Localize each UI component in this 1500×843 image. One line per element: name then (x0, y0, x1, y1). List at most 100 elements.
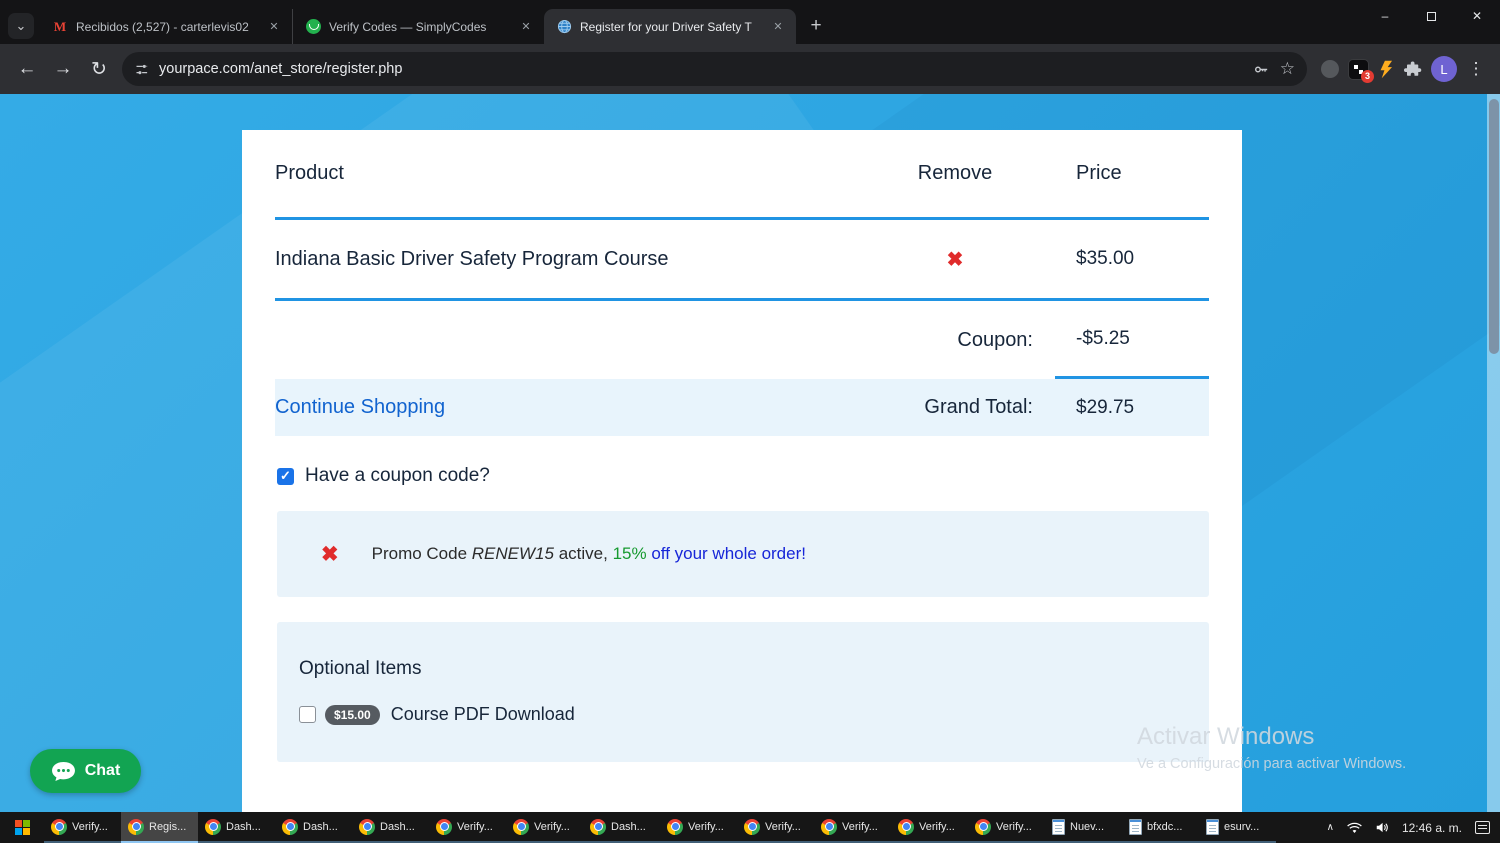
remove-promo-icon[interactable]: ✖ (321, 542, 339, 567)
notepad-icon (1052, 818, 1065, 835)
network-wifi-icon[interactable] (1347, 822, 1362, 834)
taskbar-app-button[interactable]: Verify... (429, 812, 506, 843)
tab-close-icon[interactable]: ✕ (770, 19, 786, 35)
start-button[interactable] (0, 812, 44, 843)
taskbar-app-button[interactable]: esurv... (1199, 812, 1276, 843)
chrome-icon (975, 818, 991, 835)
system-tray: ∧ 12:46 a. m. (1327, 812, 1500, 843)
cart-item-row: Indiana Basic Driver Safety Program Cour… (275, 220, 1209, 301)
page-scrollbar[interactable] (1487, 94, 1500, 812)
taskbar-app-button[interactable]: Verify... (44, 812, 121, 843)
tab-register-active[interactable]: Register for your Driver Safety T ✕ (544, 9, 796, 44)
notepad-icon (1129, 818, 1142, 835)
maximize-button[interactable] (1408, 0, 1454, 32)
minimize-button[interactable]: – (1362, 0, 1408, 32)
new-tab-button[interactable]: + (802, 12, 830, 40)
extension-badge-count: 3 (1361, 69, 1374, 83)
tab-close-icon[interactable]: ✕ (518, 19, 534, 35)
address-bar[interactable]: yourpace.com/anet_store/register.php ☆ (122, 52, 1307, 86)
tab-gmail[interactable]: M Recibidos (2,527) - carterlevis02 ✕ (40, 9, 292, 44)
continue-shopping-link[interactable]: Continue Shopping (275, 396, 445, 418)
taskbar-app-button[interactable]: bfxdc... (1122, 812, 1199, 843)
col-header-price: Price (1076, 162, 1122, 184)
optional-items-box: Optional Items $15.00 Course PDF Downloa… (277, 622, 1209, 762)
toolbar-right-icons: 3 L ⋮ (1317, 56, 1490, 83)
speaker-icon[interactable] (1375, 821, 1389, 834)
taskbar-apps: Verify... Regis... Dash... Dash... Dash.… (44, 812, 1276, 843)
windows-logo-icon (14, 820, 30, 835)
coupon-checkbox-row: ✓ Have a coupon code? (277, 465, 1209, 487)
remove-item-icon[interactable]: ✖ (947, 249, 964, 271)
taskbar-app-button[interactable]: Verify... (968, 812, 1045, 843)
taskbar-clock[interactable]: 12:46 a. m. (1402, 821, 1462, 835)
bookmark-star-icon[interactable]: ☆ (1280, 59, 1295, 79)
reload-button[interactable]: ↻ (82, 52, 116, 86)
chrome-icon (205, 818, 221, 835)
chrome-icon (667, 818, 683, 835)
grand-total-row: Continue Shopping Grand Total: $29.75 (275, 379, 1209, 436)
taskbar-app-button[interactable]: Regis... (121, 812, 198, 843)
simplycodes-icon (305, 19, 321, 35)
coupon-value: -$5.25 (1055, 301, 1209, 379)
pdf-download-checkbox[interactable] (299, 706, 316, 723)
product-name: Indiana Basic Driver Safety Program Cour… (275, 247, 669, 270)
profile-avatar[interactable]: L (1431, 56, 1457, 82)
browser-menu-icon[interactable]: ⋮ (1466, 59, 1486, 79)
grand-total-value: $29.75 (1076, 396, 1135, 418)
chrome-icon (744, 818, 760, 835)
notification-center-icon[interactable] (1475, 821, 1490, 834)
simplycodes-lightning-icon[interactable] (1378, 60, 1395, 79)
chrome-icon (590, 818, 606, 835)
notepad-icon (1206, 818, 1219, 835)
taskbar-app-button[interactable]: Dash... (275, 812, 352, 843)
coupon-label: Coupon: (957, 328, 1033, 351)
chrome-icon (128, 818, 144, 835)
tab-title: Verify Codes — SimplyCodes (329, 19, 487, 34)
chrome-icon (898, 818, 914, 835)
chrome-icon (821, 818, 837, 835)
chrome-icon (513, 818, 529, 835)
back-button[interactable]: ← (10, 52, 44, 86)
taskbar-app-button[interactable]: Verify... (891, 812, 968, 843)
extension-badge-icon[interactable]: 3 (1348, 58, 1374, 83)
desktop-screen: ⌄ M Recibidos (2,527) - carterlevis02 ✕ … (0, 0, 1500, 843)
taskbar-app-button[interactable]: Dash... (198, 812, 275, 843)
col-header-remove: Remove (917, 162, 993, 184)
coupon-row: Coupon: -$5.25 (275, 301, 1209, 379)
tab-title: Register for your Driver Safety T (580, 19, 752, 34)
grand-total-label: Grand Total: (924, 396, 1033, 418)
coupon-checkbox[interactable]: ✓ (277, 467, 294, 485)
browser-titlebar: ⌄ M Recibidos (2,527) - carterlevis02 ✕ … (0, 0, 1500, 44)
taskbar-app-button[interactable]: Dash... (583, 812, 660, 843)
taskbar-app-button[interactable]: Verify... (814, 812, 891, 843)
window-controls: – ✕ (1362, 0, 1500, 32)
site-settings-icon[interactable] (134, 62, 149, 77)
extensions-puzzle-icon[interactable] (1404, 60, 1422, 78)
optional-items-title: Optional Items (299, 658, 422, 679)
tab-close-icon[interactable]: ✕ (266, 19, 282, 35)
page-viewport: Product Remove Price Indiana Basic Drive… (0, 94, 1500, 812)
close-button[interactable]: ✕ (1454, 0, 1500, 32)
optional-item-label: Course PDF Download (390, 704, 575, 724)
taskbar-app-button[interactable]: Dash... (352, 812, 429, 843)
tray-chevron-icon[interactable]: ∧ (1327, 822, 1334, 833)
chrome-icon (436, 818, 452, 835)
browser-toolbar: ← → ↻ yourpace.com/anet_store/register.p… (0, 44, 1500, 94)
taskbar-app-button[interactable]: Nuev... (1045, 812, 1122, 843)
col-header-product: Product (275, 162, 344, 184)
taskbar-app-button[interactable]: Verify... (737, 812, 814, 843)
price-badge: $15.00 (325, 704, 380, 725)
chat-button[interactable]: Chat (30, 749, 141, 793)
promo-box: ✖ Promo Code RENEW15 active, 15% off you… (277, 511, 1209, 597)
tab-simplycodes[interactable]: Verify Codes — SimplyCodes ✕ (292, 9, 544, 44)
cart-header-row: Product Remove Price (275, 130, 1209, 220)
password-key-icon[interactable] (1253, 61, 1270, 78)
scrollbar-thumb[interactable] (1488, 99, 1499, 354)
taskbar-app-button[interactable]: Verify... (506, 812, 583, 843)
cart-card: Product Remove Price Indiana Basic Drive… (242, 130, 1242, 812)
taskbar-app-button[interactable]: Verify... (660, 812, 737, 843)
forward-button[interactable]: → (46, 52, 80, 86)
gmail-icon: M (53, 18, 67, 34)
extension-circle-icon[interactable] (1321, 60, 1339, 78)
tab-search-button[interactable]: ⌄ (8, 13, 34, 39)
